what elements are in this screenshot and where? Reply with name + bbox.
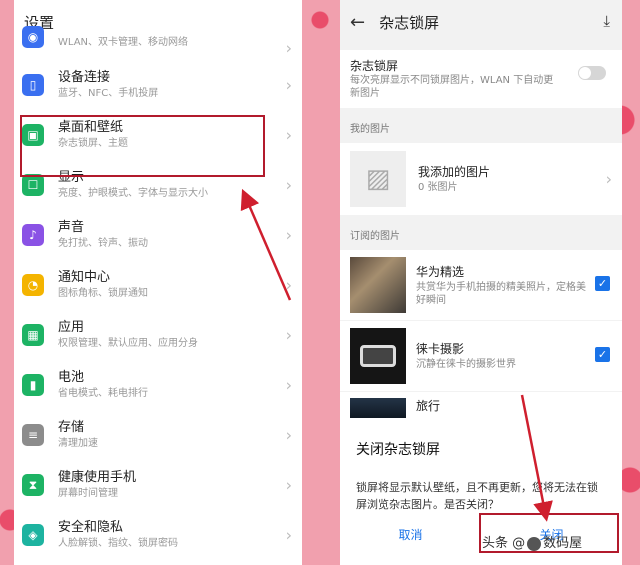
settings-item-title: 通知中心 [58,270,111,285]
toggle-title: 杂志锁屏 [350,59,399,73]
device-link-icon: ▯ [22,74,44,96]
settings-item-sub: 图标角标、锁屏通知 [58,288,148,299]
settings-item-title: 应用 [58,320,85,335]
my-images-item[interactable]: ▨ 我添加的图片 0 张图片 › [340,143,622,215]
page-title: 杂志锁屏 [379,13,440,32]
chevron-right-icon: › [285,225,292,245]
highlight-box [20,115,265,177]
checkbox-checked-icon[interactable]: ✓ [595,347,610,362]
settings-item-title: 健康使用手机 [58,470,137,485]
chevron-right-icon: › [285,525,292,545]
cancel-button[interactable]: 取消 [340,520,481,549]
settings-item-title: 安全和隐私 [58,520,124,535]
settings-item-network[interactable]: ◉ WLAN、双卡管理、移动网络 › [14,26,302,60]
settings-item-security[interactable]: ◈ 安全和隐私 人脸解锁、指纹、锁屏密码 › [14,510,302,560]
chevron-right-icon: › [285,475,292,495]
watermark: 头条 @ 数码屋 [482,532,582,551]
settings-item-battery[interactable]: ▮ 电池 省电模式、耗电排行 › [14,360,302,410]
chevron-right-icon: › [285,425,292,445]
dialog-title: 关闭杂志锁屏 [356,442,440,458]
watermark-logo-icon [527,536,542,551]
subscription-item[interactable]: 华为精选 共赏华为手机拍摄的精美照片，定格美好瞬间 ✓ [340,250,622,320]
settings-item-sub: 蓝牙、NFC、手机投屏 [58,88,159,99]
watermark-tail: 数码屋 [543,536,583,551]
subscription-desc: 共赏华为手机拍摄的精美照片，定格美好瞬间 [416,281,586,306]
subscription-title: 徕卡摄影 [416,342,465,356]
magazine-lock-toggle-row[interactable]: 杂志锁屏 每次亮屏显示不同锁屏图片，WLAN 下自动更新图片 [340,50,622,108]
chevron-right-icon: › [285,375,292,395]
settings-item-sub: 人脸解锁、指纹、锁屏密码 [58,538,178,549]
watermark-text: 头条 @ [482,536,526,551]
bell-icon: ◔ [22,274,44,296]
settings-item-sub: 清理加速 [58,438,98,449]
display-icon: ☐ [22,174,44,196]
battery-icon: ▮ [22,374,44,396]
settings-item-sub: 屏幕时间管理 [58,488,118,499]
settings-item-sub: 免打扰、铃声、振动 [58,238,148,249]
dialog-message: 锁屏将显示默认壁纸，且不再更新，您将无法在锁屏浏览杂志图片。是否关闭？ [356,481,598,511]
image-placeholder-icon: ▨ [350,151,406,207]
back-arrow-icon[interactable]: ← [350,12,365,33]
settings-item-title: 存储 [58,420,85,435]
download-icon[interactable]: ⤓ [603,12,610,30]
checkbox-checked-icon[interactable]: ✓ [595,276,610,291]
magazine-lock-switch[interactable] [578,66,606,80]
settings-item-sub: 省电模式、耗电排行 [58,388,148,399]
apps-icon: ▦ [22,324,44,346]
subscription-thumbnail [350,328,406,384]
section-header: 订阅的图片 [350,231,400,242]
wifi-icon: ◉ [22,26,44,48]
settings-item-apps[interactable]: ▦ 应用 权限管理、默认应用、应用分身 › [14,310,302,360]
settings-panel: 设置 ◉ WLAN、双卡管理、移动网络 › ▯ 设备连接 蓝牙、NFC、手机投屏… [14,0,302,565]
camera-icon [360,345,396,367]
section-header: 我的图片 [350,124,390,135]
subscription-thumbnail [350,398,406,418]
subscription-thumbnail [350,257,406,313]
chevron-right-icon: › [605,169,612,189]
app-bar: ← 杂志锁屏 ⤓ [340,0,622,44]
chevron-right-icon: › [285,275,292,295]
subscription-title: 华为精选 [416,264,465,279]
settings-item-sub: WLAN、双卡管理、移动网络 [58,37,189,48]
shield-icon: ◈ [22,524,44,546]
settings-item-title: 电池 [58,370,85,385]
subscription-title: 旅行 [416,399,441,413]
settings-item-device-connection[interactable]: ▯ 设备连接 蓝牙、NFC、手机投屏 › [14,60,302,110]
chevron-right-icon: › [285,325,292,345]
settings-item-digital-balance[interactable]: ⧗ 健康使用手机 屏幕时间管理 › [14,460,302,510]
my-images-title: 我添加的图片 [418,164,491,179]
storage-icon: ≡ [22,424,44,446]
sound-icon: ♪ [22,224,44,246]
settings-item-notifications[interactable]: ◔ 通知中心 图标角标、锁屏通知 › [14,260,302,310]
settings-item-storage[interactable]: ≡ 存储 清理加速 › [14,410,302,460]
settings-item-sub: 亮度、护眼模式、字体与显示大小 [58,188,208,199]
settings-item-sound[interactable]: ♪ 声音 免打扰、铃声、振动 › [14,210,302,260]
settings-item-title: 设备连接 [58,70,111,85]
toggle-desc: 每次亮屏显示不同锁屏图片，WLAN 下自动更新图片 [350,75,554,99]
hourglass-icon: ⧗ [22,474,44,496]
subscription-desc: 沉静在徕卡的摄影世界 [416,359,516,370]
settings-item-title: 声音 [58,220,85,235]
chevron-right-icon: › [285,125,292,145]
settings-item-sub: 权限管理、默认应用、应用分身 [58,338,198,349]
my-images-count: 0 张图片 [418,181,458,193]
chevron-right-icon: › [285,38,292,58]
subscription-item[interactable]: 徕卡摄影 沉静在徕卡的摄影世界 ✓ [340,321,622,391]
chevron-right-icon: › [285,175,292,195]
chevron-right-icon: › [285,75,292,95]
